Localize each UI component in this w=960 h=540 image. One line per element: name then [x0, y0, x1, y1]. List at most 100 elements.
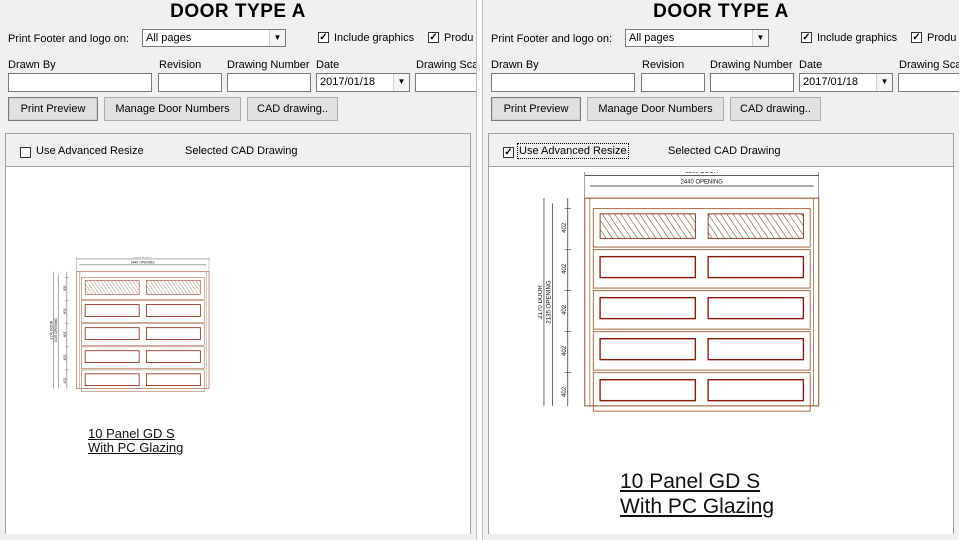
date-picker[interactable]: 2017/01/18 ▼: [799, 73, 893, 92]
panel-row: [81, 300, 205, 323]
glazing-panel: [146, 280, 201, 295]
drawn-by-label: Drawn By: [8, 59, 56, 71]
cad-preview-area: 2500 DOOR2440 OPENING 2170 DOOR2135 OPENI…: [6, 166, 470, 534]
right-dialog-pane: DOOR TYPE A Print Footer and logo on: Al…: [483, 0, 959, 540]
drawn-by-input[interactable]: [491, 73, 635, 92]
include-graphics-checkbox[interactable]: ✓: [318, 32, 329, 43]
produ-checkbox[interactable]: ✓: [428, 32, 439, 43]
drawing-caption: 10 Panel GD S With PC Glazing: [88, 427, 183, 455]
drawing-number-input[interactable]: [710, 73, 794, 92]
date-label: Date: [316, 59, 340, 71]
revision-input[interactable]: [641, 73, 705, 92]
drawing-scale-input[interactable]: [898, 73, 959, 92]
caption-line-1: 10 Panel GD S: [620, 470, 761, 493]
panel-height-dimension: 402: [63, 309, 67, 315]
glazing-panel: [84, 280, 140, 295]
door-cad-drawing: 2500 DOOR2440 OPENING 2170 DOOR2135 OPENI…: [50, 257, 210, 392]
cad-drawing-button[interactable]: CAD drawing..: [247, 97, 338, 121]
drawn-by-label: Drawn By: [491, 59, 539, 71]
raised-panel: [84, 304, 140, 317]
drawing-scale-label: Drawing Sca: [416, 59, 476, 71]
panel-row: [592, 372, 811, 412]
raised-panel: [599, 296, 697, 320]
raised-panel: [84, 373, 140, 387]
raised-panel: [599, 255, 697, 279]
door-type-title: DOOR TYPE A: [653, 1, 789, 22]
glazing-panel: [707, 213, 804, 239]
chevron-down-icon[interactable]: ▼: [876, 74, 892, 91]
raised-panel: [707, 379, 805, 402]
raised-panel: [84, 327, 140, 340]
include-graphics-label: Include graphics: [334, 32, 415, 44]
door-width-dimension: 2500 DOOR: [134, 257, 153, 259]
print-preview-button[interactable]: Print Preview: [8, 97, 98, 121]
print-footer-label: Print Footer and logo on:: [491, 33, 613, 45]
cad-preview-area: 2500 DOOR2440 OPENING2170 DOOR2135 OPENI…: [489, 166, 953, 534]
panel-height-dimension: 402: [562, 263, 568, 274]
opening-height-dimension: 2135 OPENING: [54, 318, 58, 343]
produ-label: Produ: [927, 32, 957, 44]
manage-door-numbers-button[interactable]: Manage Door Numbers: [104, 97, 241, 121]
date-value: 2017/01/18: [803, 76, 859, 88]
print-footer-value: All pages: [146, 32, 192, 44]
use-advanced-resize-checkbox[interactable]: ✓: [503, 147, 514, 158]
left-dialog-pane: DOOR TYPE A Print Footer and logo on: Al…: [0, 0, 476, 540]
panel-height-dimension: 402: [63, 332, 67, 338]
raised-panel: [146, 327, 201, 340]
panel-height-dimension: 402: [63, 355, 67, 361]
panel-row: [81, 323, 205, 346]
cad-drawing-button[interactable]: CAD drawing..: [730, 97, 821, 121]
revision-label: Revision: [159, 59, 202, 71]
raised-panel: [599, 379, 697, 402]
raised-panel: [146, 373, 201, 387]
print-preview-button[interactable]: Print Preview: [491, 97, 581, 121]
chevron-down-icon[interactable]: ▼: [269, 30, 285, 46]
panel-height-dimension: 402: [562, 304, 568, 315]
chevron-down-icon[interactable]: ▼: [752, 30, 768, 46]
panel-height-dimension: 402: [562, 345, 568, 356]
pane-splitter[interactable]: [476, 0, 483, 540]
panel-row: [592, 290, 811, 330]
chevron-down-icon[interactable]: ▼: [393, 74, 409, 91]
selected-cad-drawing-label: Selected CAD Drawing: [185, 145, 298, 157]
drawing-caption: 10 Panel GD S With PC Glazing: [620, 469, 774, 519]
print-footer-label: Print Footer and logo on:: [8, 33, 130, 45]
revision-input[interactable]: [158, 73, 222, 92]
date-label: Date: [799, 59, 823, 71]
door-type-title: DOOR TYPE A: [170, 1, 306, 22]
caption-line-2: With PC Glazing: [88, 440, 184, 455]
glazing-panel: [599, 213, 696, 239]
print-footer-value: All pages: [629, 32, 675, 44]
panel-row: [81, 346, 205, 369]
raised-panel: [146, 350, 201, 363]
door-height-dimension: 2170 DOOR: [50, 320, 53, 339]
raised-panel: [707, 296, 805, 320]
print-footer-select[interactable]: All pages ▼: [625, 29, 769, 47]
drawing-scale-label: Drawing Sca: [899, 59, 959, 71]
produ-checkbox[interactable]: ✓: [911, 32, 922, 43]
selected-cad-drawing-label: Selected CAD Drawing: [668, 145, 781, 157]
raised-panel: [84, 350, 140, 363]
use-advanced-resize-checkbox[interactable]: [20, 147, 31, 158]
caption-line-2: With PC Glazing: [620, 495, 775, 518]
drawn-by-input[interactable]: [8, 73, 152, 92]
cad-drawing-group: ✓ Use Advanced Resize Selected CAD Drawi…: [488, 133, 954, 534]
revision-label: Revision: [642, 59, 685, 71]
drawing-number-input[interactable]: [227, 73, 311, 92]
include-graphics-checkbox[interactable]: ✓: [801, 32, 812, 43]
drawing-scale-input[interactable]: [415, 73, 476, 92]
opening-height-dimension: 2135 OPENING: [547, 280, 553, 324]
drawing-number-label: Drawing Number: [227, 59, 310, 71]
raised-panel: [146, 304, 201, 317]
manage-door-numbers-button[interactable]: Manage Door Numbers: [587, 97, 724, 121]
use-advanced-resize-label: Use Advanced Resize: [36, 145, 144, 157]
panel-row: [592, 249, 811, 289]
door-cad-drawing: 2500 DOOR2440 OPENING2170 DOOR2135 OPENI…: [538, 172, 820, 412]
date-picker[interactable]: 2017/01/18 ▼: [316, 73, 410, 92]
print-footer-select[interactable]: All pages ▼: [142, 29, 286, 47]
produ-label: Produ: [444, 32, 474, 44]
use-advanced-resize-label: Use Advanced Resize: [517, 143, 629, 159]
panel-height-dimension: 402: [63, 285, 67, 291]
caption-line-1: 10 Panel GD S: [88, 426, 175, 441]
opening-width-dimension: 2440 OPENING: [131, 260, 155, 264]
